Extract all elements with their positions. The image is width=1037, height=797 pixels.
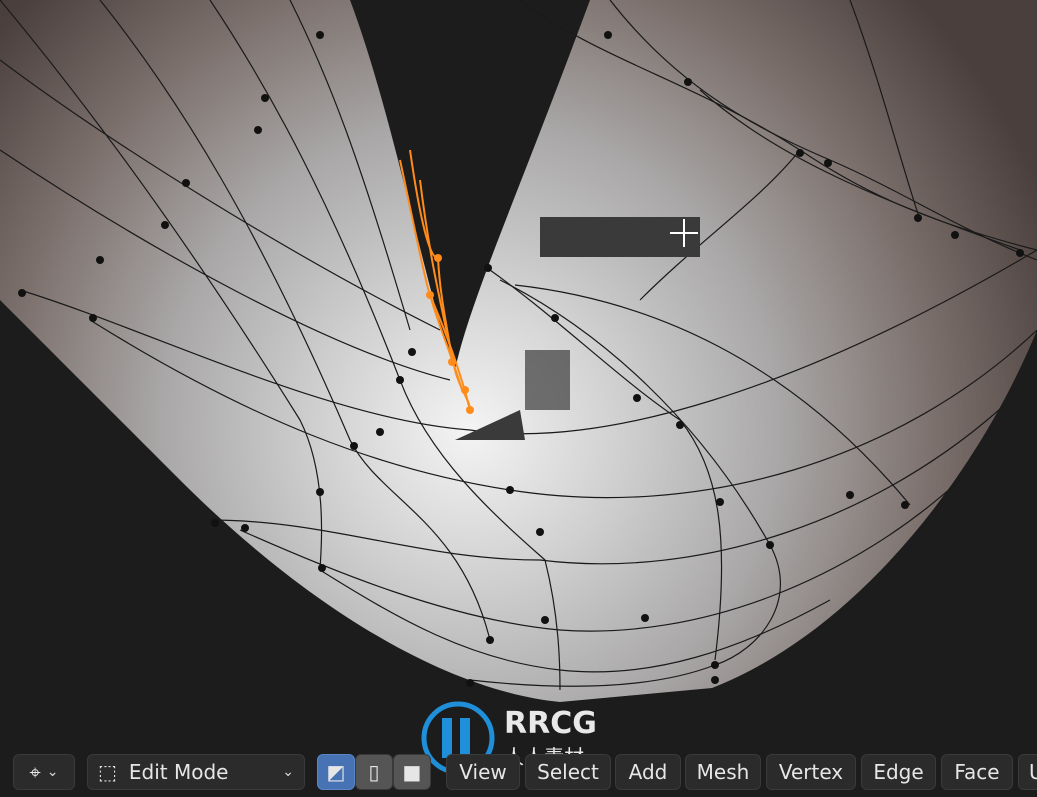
menu-select[interactable]: Select — [525, 754, 611, 790]
chevron-down-icon: ⌄ — [46, 764, 59, 780]
menu-face[interactable]: Face — [941, 754, 1013, 790]
menu-view[interactable]: View — [446, 754, 520, 790]
menu-edge[interactable]: Edge — [861, 754, 936, 790]
vertex-select-button[interactable]: ◩ — [317, 754, 355, 790]
vertex-select-icon: ◩ — [326, 760, 346, 784]
menu-vertex[interactable]: Vertex — [766, 754, 856, 790]
edge-select-icon: ▯ — [368, 760, 380, 784]
mode-selector[interactable]: ⬚ Edit Mode ⌄ — [87, 754, 305, 790]
mesh-surface — [0, 0, 1037, 702]
chevron-down-icon: ⌄ — [282, 764, 294, 780]
edit-mode-icon: ⬚ — [98, 760, 117, 784]
edge-select-button[interactable]: ▯ — [355, 754, 393, 790]
face-select-button[interactable]: ■ — [393, 754, 431, 790]
face-select-icon: ■ — [402, 760, 422, 784]
menu-uv[interactable]: U — [1018, 754, 1037, 790]
object-interaction-dropdown[interactable]: ⌖ ⌄ — [13, 754, 75, 790]
mode-label: Edit Mode — [128, 760, 229, 784]
watermark-title: RRCG — [504, 706, 597, 741]
menu-add[interactable]: Add — [615, 754, 681, 790]
menu-mesh[interactable]: Mesh — [685, 754, 761, 790]
object-interaction-icon: ⌖ — [29, 760, 41, 784]
3d-viewport[interactable] — [0, 0, 1037, 797]
